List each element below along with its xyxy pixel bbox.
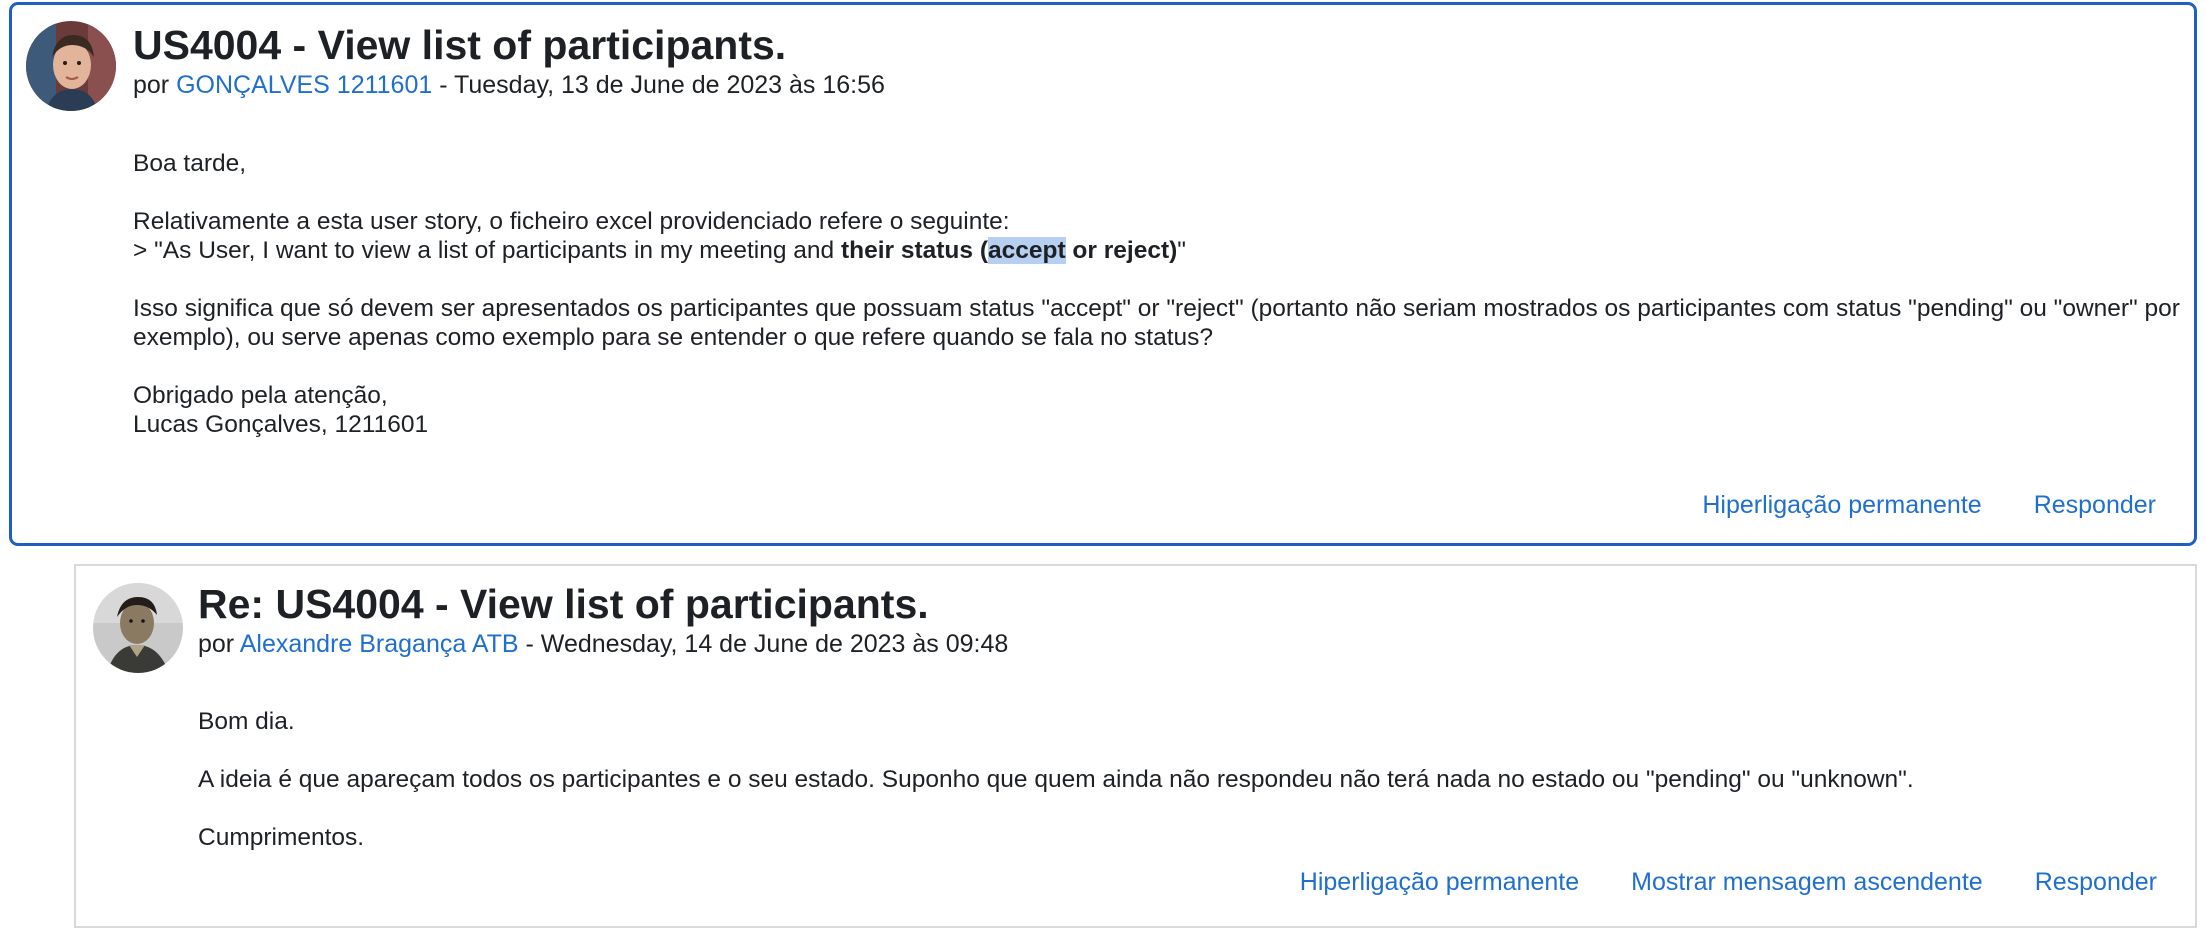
post-subject: US4004 - View list of participants. [133, 22, 787, 68]
post-actions: Hiperligação permanente Mostrar mensagem… [1300, 866, 2157, 898]
by-prefix: por [133, 71, 170, 99]
by-prefix: por [198, 630, 235, 658]
quote-plain-text: > "As User, I want to view a list of par… [133, 237, 841, 264]
selected-text: accept [987, 237, 1066, 264]
closing-text: Obrigado pela atenção, [133, 382, 388, 409]
post-subject: Re: US4004 - View list of participants. [198, 581, 929, 627]
permalink-link[interactable]: Hiperligação permanente [1702, 489, 1981, 521]
author-avatar[interactable] [26, 21, 116, 111]
quote-bold-text: their status (accept or reject) [841, 237, 1177, 264]
author-link[interactable]: Alexandre Bragança ATB [240, 630, 519, 658]
post-content: Bom dia. A ideia é que apareçam todos os… [198, 707, 2178, 852]
greeting-text: Boa tarde, [133, 150, 247, 177]
quote-line: > "As User, I want to view a list of par… [133, 237, 1186, 264]
post-date: - Tuesday, 13 de June de 2023 às 16:56 [432, 71, 885, 99]
reply-link[interactable]: Responder [2034, 489, 2156, 521]
post-date: - Wednesday, 14 de June de 2023 às 09:48 [518, 630, 1009, 658]
author-link[interactable]: GONÇALVES 1211601 [176, 71, 432, 99]
quote-paragraph: Relativamente a esta user story, o fiche… [133, 207, 2183, 265]
closing-text: Cumprimentos. [198, 824, 365, 851]
forum-reply-post: Re: US4004 - View list of participants. … [74, 564, 2197, 928]
quote-end: " [1177, 237, 1186, 264]
permalink-link[interactable]: Hiperligação permanente [1300, 866, 1579, 898]
quote-bold-b: or reject) [1065, 237, 1178, 264]
quote-bold-a: their status ( [840, 237, 988, 264]
post-actions: Hiperligação permanente Responder [1702, 489, 2156, 521]
reply-link[interactable]: Responder [2035, 866, 2157, 898]
answer-paragraph: A ideia é que apareçam todos os particip… [198, 766, 1914, 793]
signature-text: Lucas Gonçalves, 1211601 [133, 411, 429, 438]
forum-post: US4004 - View list of participants. por … [9, 2, 2197, 546]
question-paragraph: Isso significa que só devem ser apresent… [133, 295, 2187, 351]
closing-paragraph: Obrigado pela atenção, Lucas Gonçalves, … [133, 381, 2183, 439]
post-byline: por GONÇALVES 1211601 - Tuesday, 13 de J… [133, 69, 885, 101]
show-parent-link[interactable]: Mostrar mensagem ascendente [1631, 866, 1983, 898]
post-byline: por Alexandre Bragança ATB - Wednesday, … [198, 628, 1008, 660]
author-avatar[interactable] [93, 583, 183, 673]
intro-line: Relativamente a esta user story, o fiche… [133, 208, 1010, 235]
post-content: Boa tarde, Relativamente a esta user sto… [133, 149, 2183, 439]
greeting-text: Bom dia. [198, 708, 295, 735]
